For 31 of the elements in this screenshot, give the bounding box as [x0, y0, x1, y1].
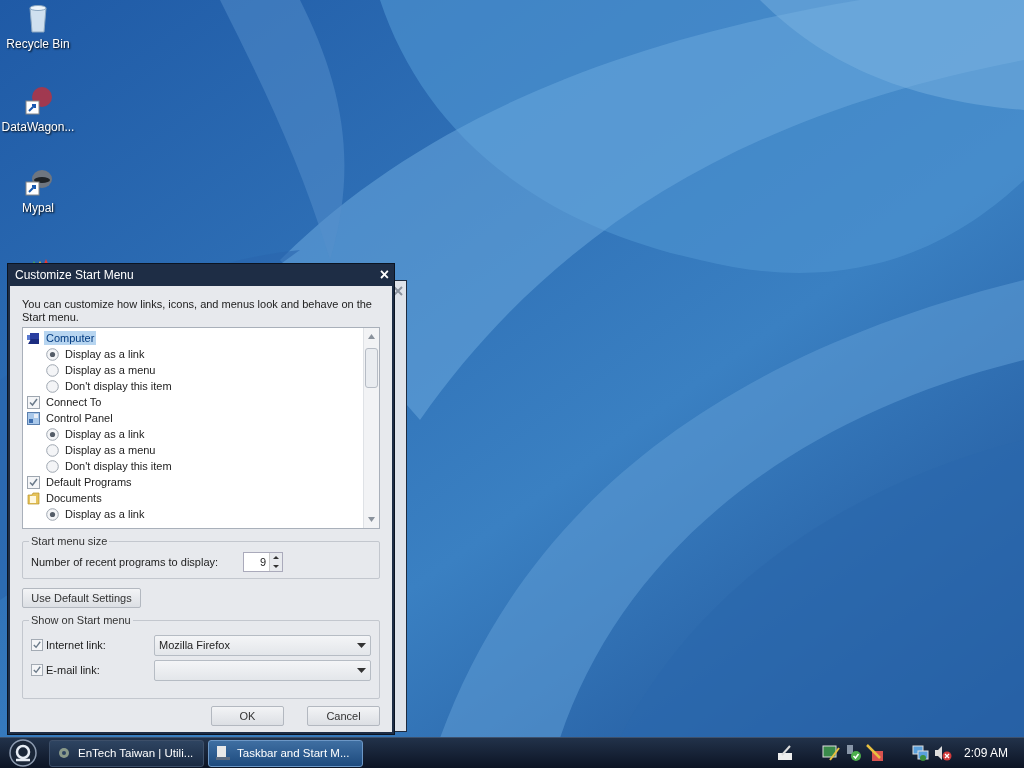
option-label[interactable]: Display as a link: [63, 347, 147, 361]
checkbox-label[interactable]: Internet link:: [46, 639, 154, 651]
icon-label[interactable]: Recycle Bin: [6, 37, 70, 51]
clock[interactable]: 2:09 AM: [963, 746, 1008, 760]
field-label: Number of recent programs to display:: [31, 556, 219, 568]
icon-label[interactable]: Mypal: [22, 201, 54, 215]
option-label[interactable]: Display as a menu: [63, 443, 158, 457]
icon-label[interactable]: DataWagon...: [1, 120, 75, 134]
checkbox-label[interactable]: E-mail link:: [46, 664, 154, 676]
number-spinner[interactable]: 9: [243, 552, 283, 572]
window-title: Customize Start Menu: [15, 268, 134, 282]
option-label[interactable]: Don't display this item: [63, 459, 174, 473]
list-item-label[interactable]: Computer: [44, 331, 97, 345]
list-item-label[interactable]: Documents: [44, 491, 104, 505]
default-settings-button[interactable]: Use Default Settings: [22, 588, 141, 608]
list-item-label[interactable]: Connect To: [44, 395, 104, 409]
option-label[interactable]: Display as a link: [63, 427, 147, 441]
list-item-label[interactable]: Default Programs: [44, 475, 134, 489]
option-label[interactable]: Display as a link: [63, 507, 147, 521]
ok-button[interactable]: OK: [211, 706, 284, 726]
cancel-button[interactable]: Cancel: [307, 706, 380, 726]
dropdown[interactable]: Mozilla Firefox: [154, 634, 371, 656]
option-label[interactable]: Display as a menu: [63, 363, 158, 377]
list-item-label[interactable]: Control Panel: [44, 411, 115, 425]
description-text: You can customize how links, icons, and menus look and behave on the Start menu.: [22, 298, 373, 324]
group-title: Start menu size: [29, 535, 110, 547]
close-button[interactable]: ×: [379, 267, 389, 283]
option-label[interactable]: Don't display this item: [63, 379, 174, 393]
taskbar-button[interactable]: Taskbar and Start M...: [208, 739, 363, 767]
group-title: Show on Start menu: [29, 614, 133, 626]
taskbar-button[interactable]: EnTech Taiwan | Utili...: [49, 739, 204, 767]
